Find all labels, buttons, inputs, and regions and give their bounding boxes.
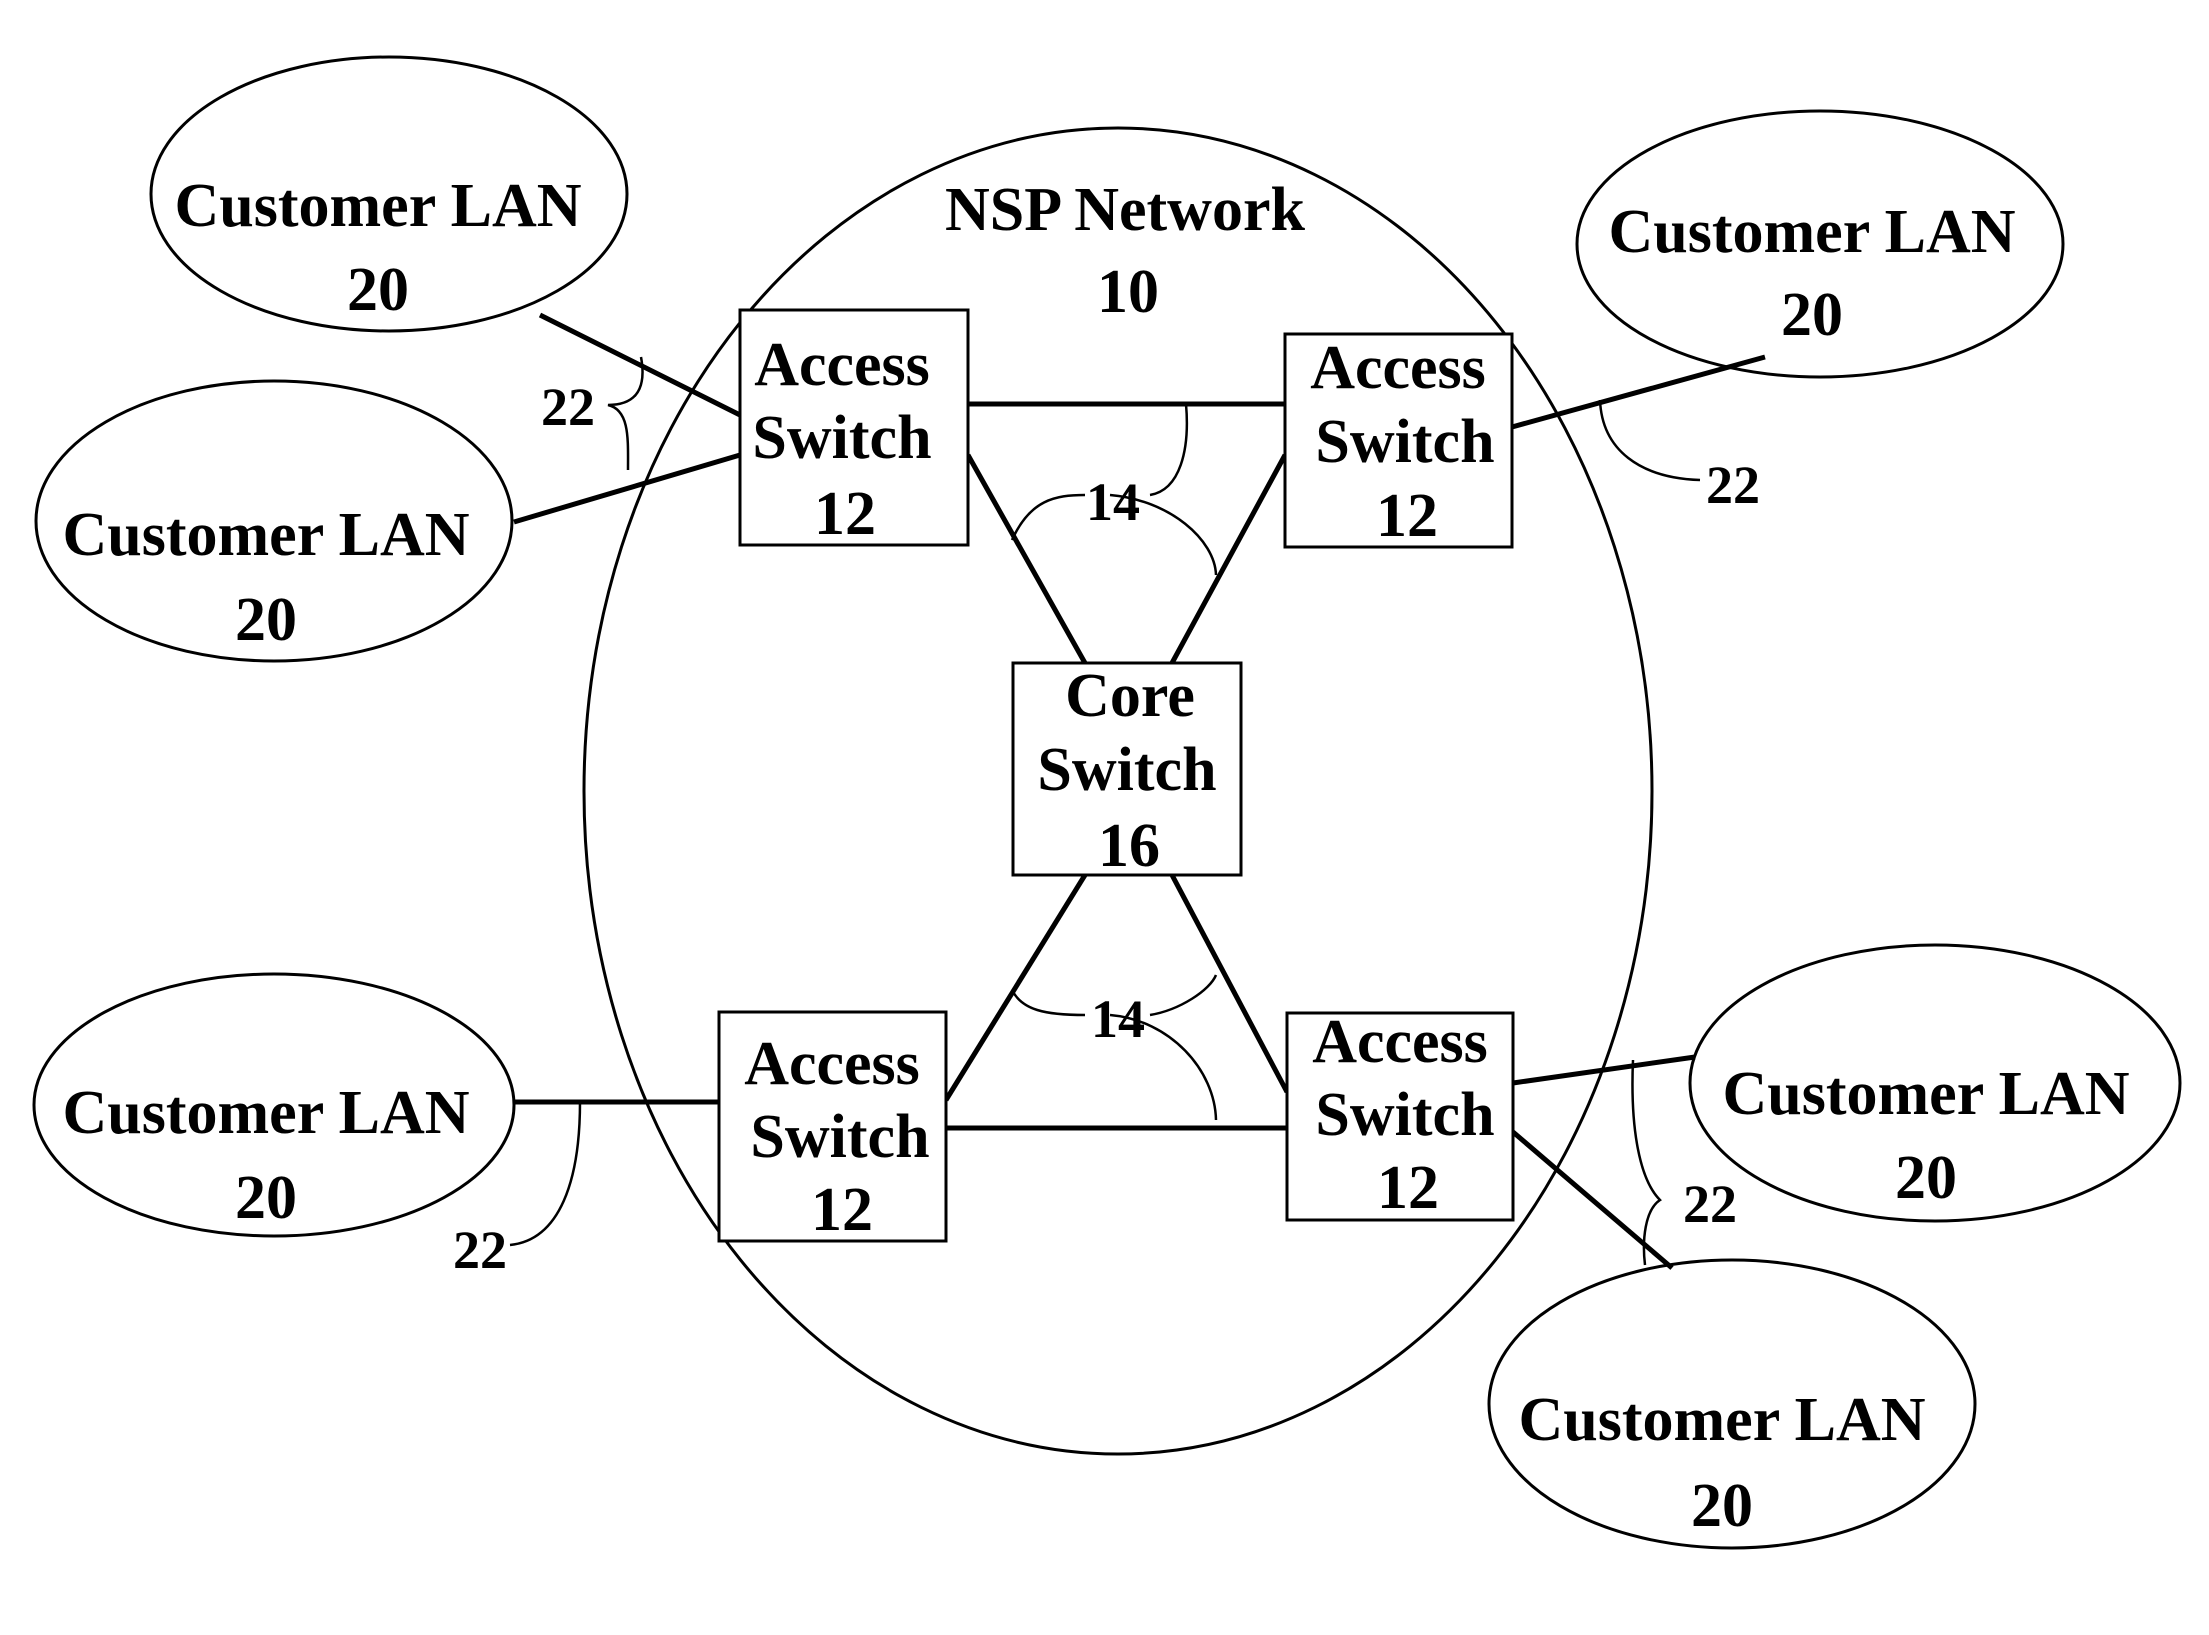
leader-line-22 <box>509 1101 582 1247</box>
leader-line-22 <box>607 356 644 471</box>
switch-ref: 12 <box>1376 482 1438 550</box>
core-switch-ref: 16 <box>1098 812 1160 880</box>
ref-label-22: 22 <box>541 377 595 437</box>
switch-label: Access <box>1310 334 1486 402</box>
network-ref: 10 <box>1097 258 1159 326</box>
customer-lan-ref: 20 <box>1691 1472 1753 1540</box>
switch-label: Switch <box>1315 1081 1494 1149</box>
switch-ref: 12 <box>814 480 876 548</box>
trunk-link <box>1169 453 1288 665</box>
customer-lan-label: Customer LAN <box>63 1079 470 1147</box>
customer-lan-label: Customer LAN <box>1609 198 2016 266</box>
switch-ref: 12 <box>1377 1154 1439 1222</box>
network-diagram: NSP Network 10 Access Switch 12 Access S… <box>32 55 2182 1550</box>
trunk-link <box>965 453 1088 665</box>
switch-label: Access <box>1312 1008 1488 1076</box>
ref-label-14: 14 <box>1086 472 1140 532</box>
customer-lan-label: Customer LAN <box>175 172 582 240</box>
core-switch-label: Switch <box>1037 736 1216 804</box>
ref-label-22: 22 <box>453 1220 507 1280</box>
trunk-link <box>943 873 1088 1102</box>
customer-link <box>1512 1054 1696 1086</box>
network-title: NSP Network <box>945 176 1305 244</box>
leader-line-22 <box>1631 1059 1662 1266</box>
switch-ref: 12 <box>811 1176 873 1244</box>
leader-line-22 <box>1598 399 1701 482</box>
customer-lan-ref: 20 <box>1781 281 1843 349</box>
customer-link <box>1511 354 1766 430</box>
customer-lan-label: Customer LAN <box>63 501 470 569</box>
customer-lan-label: Customer LAN <box>1723 1060 2130 1128</box>
customer-lan-ref: 20 <box>1895 1144 1957 1212</box>
customer-lan-ref: 20 <box>347 256 409 324</box>
ref-label-22: 22 <box>1683 1174 1737 1234</box>
switch-label: Switch <box>750 1103 929 1171</box>
core-switch-label: Core <box>1065 662 1195 730</box>
switch-label: Switch <box>752 404 931 472</box>
trunk-link <box>1169 873 1290 1094</box>
ref-label-22: 22 <box>1706 455 1760 515</box>
customer-lan-label: Customer LAN <box>1519 1386 1926 1454</box>
ref-label-14: 14 <box>1091 989 1145 1049</box>
customer-lan-ref: 20 <box>235 586 297 654</box>
customer-lan-ref: 20 <box>235 1164 297 1232</box>
switch-label: Access <box>754 331 930 399</box>
switch-label: Switch <box>1315 408 1494 476</box>
switch-label: Access <box>744 1030 920 1098</box>
